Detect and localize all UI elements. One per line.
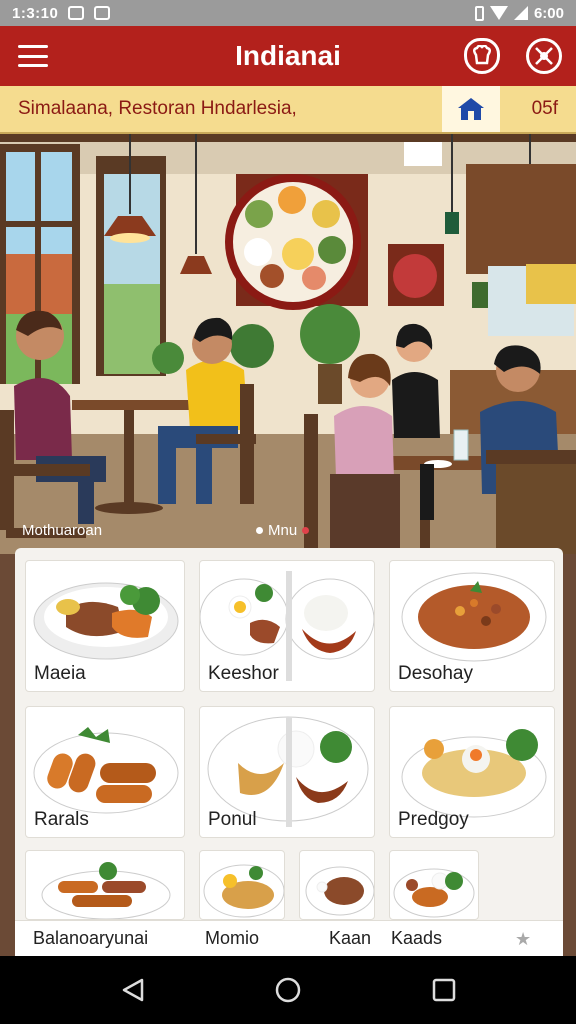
recent-apps-icon[interactable] [428,976,460,1004]
menu-card-image[interactable] [299,850,375,920]
menu-header-left: Mothuaroan [22,522,103,539]
system-nav-bar [0,956,576,1024]
menu-panel: Maeia Keeshor Desohay Rarals Ponul Predg… [15,548,563,956]
menu-tab-label: Mnu [268,522,298,539]
menu-card[interactable]: Desohay [389,560,555,692]
status-bar: 1:3:10 6:00 [0,0,576,26]
menu-item-name[interactable]: Balanoaryunai [33,928,148,949]
notification-icon [68,6,85,20]
menu-bottom-strip: Balanoaryunai Momio Kaan Kaads ★ [15,920,563,956]
menu-item-name[interactable]: Momio [205,928,259,949]
menu-item-name: Rarals [34,809,89,830]
menu-card[interactable]: Ponul [199,706,375,838]
menu-header: Mothuaroan Mnu [0,518,576,546]
menu-card[interactable]: Maeia [25,560,185,692]
menu-badge-icon [302,527,310,534]
signal-icon [513,6,528,20]
notification-icon-2 [94,6,111,20]
home-circle-icon[interactable] [272,976,304,1004]
menu-card[interactable]: Predgoy [389,706,555,838]
chef-icon[interactable] [464,38,500,74]
restaurant-location: Simalaana, Restoran Hndarlesia, [18,98,297,119]
menu-card[interactable]: Keeshor [199,560,375,692]
star-icon[interactable]: ★ [515,929,531,950]
menu-item-name: Predgoy [398,809,469,830]
home-button[interactable] [442,86,500,132]
menu-item-name: Maeia [34,663,86,684]
home-icon [458,98,484,120]
menu-item-name: Desohay [398,663,473,684]
menu-card-image[interactable] [199,850,285,920]
restaurant-hero-image [0,134,576,554]
menu-header-center[interactable]: Mnu [256,522,310,539]
dish-icon[interactable] [526,38,562,74]
status-time: 1:3:10 [12,4,59,22]
info-bar: Simalaana, Restoran Hndarlesia, 05f [0,86,576,134]
info-right-text: 05f [531,98,558,119]
menu-item-name: Keeshor [208,663,279,684]
menu-card-image[interactable] [389,850,479,920]
battery-icon [474,5,484,21]
menu-item-name[interactable]: Kaan [329,928,371,949]
menu-item-name[interactable]: Kaads [391,928,442,949]
menu-card[interactable]: Rarals [25,706,185,838]
back-icon[interactable] [118,976,150,1004]
status-right-text: 6:00 [533,4,564,22]
wifi-icon [489,6,508,20]
app-bar: Indianai [0,26,576,86]
menu-icon[interactable] [16,42,50,70]
menu-card-image[interactable] [25,850,185,920]
menu-item-name: Ponul [208,809,257,830]
menu-dot-icon [256,527,263,534]
